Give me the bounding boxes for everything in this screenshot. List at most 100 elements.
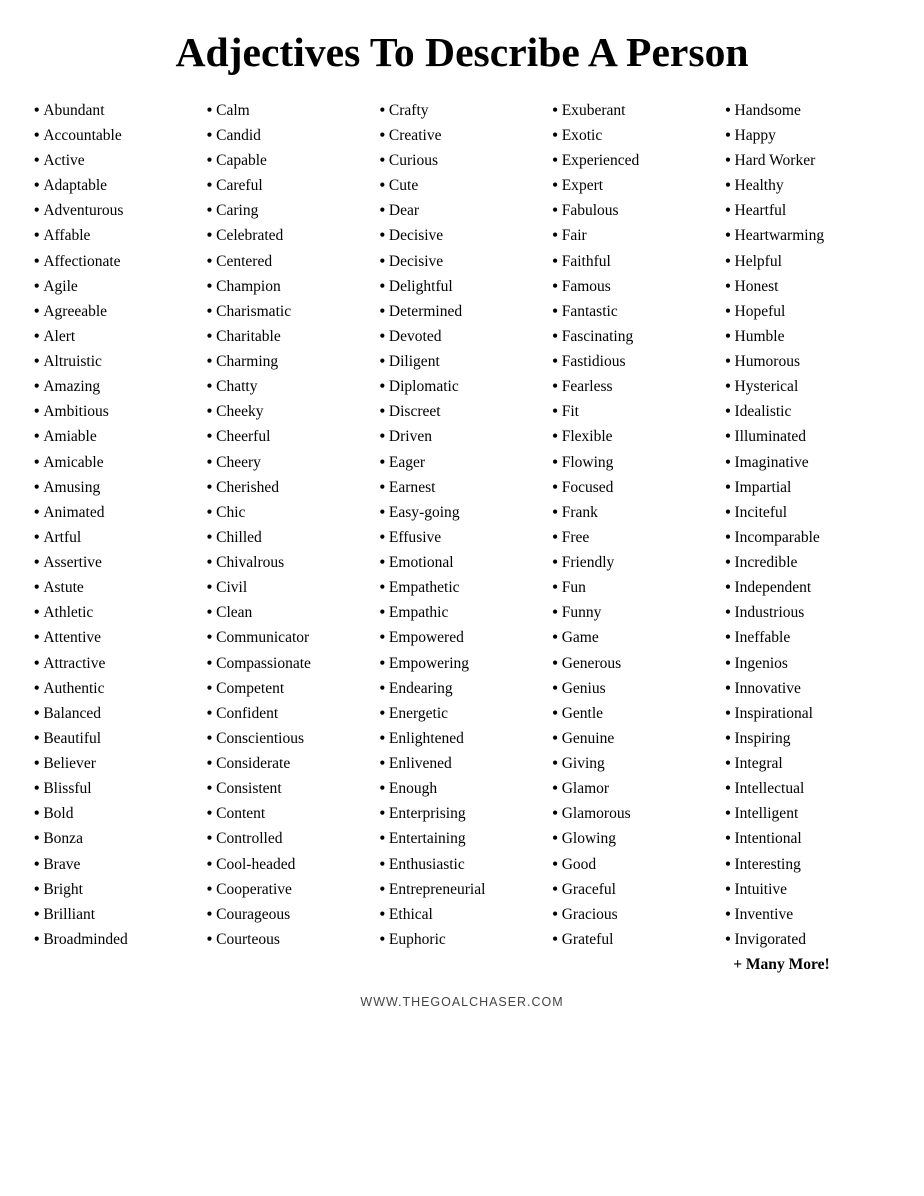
list-item: Fearless [552,374,717,399]
column-5: HandsomeHappyHard WorkerHealthyHeartfulH… [721,98,894,977]
adjectives-columns: AbundantAccountableActiveAdaptableAdvent… [30,98,894,977]
list-item: Affectionate [34,249,199,274]
list-item: Frank [552,500,717,525]
list-item: Bonza [34,826,199,851]
list-item: Astute [34,575,199,600]
list-item: Courteous [207,927,372,952]
list-item: Alert [34,324,199,349]
list-item: Fabulous [552,198,717,223]
list-item: Devoted [380,324,545,349]
list-item: Healthy [725,173,890,198]
list-item: Ingenios [725,651,890,676]
list-item: Enough [380,776,545,801]
list-item: Invigorated [725,927,890,952]
list-item: Honest [725,274,890,299]
list-item: Euphoric [380,927,545,952]
list-item: Controlled [207,826,372,851]
list-item: Decisive [380,249,545,274]
list-item: Cheeky [207,399,372,424]
list-item: Empowering [380,651,545,676]
column-4: ExuberantExoticExperiencedExpertFabulous… [548,98,721,977]
list-item: Famous [552,274,717,299]
list-item: Artful [34,525,199,550]
list-item: Enlightened [380,726,545,751]
list-item: Energetic [380,701,545,726]
list-item: Celebrated [207,223,372,248]
list-item: Confident [207,701,372,726]
list-item: Exotic [552,123,717,148]
list-item: Brilliant [34,902,199,927]
list-item: Inciteful [725,500,890,525]
list-item: Cool-headed [207,852,372,877]
list-item: Decisive [380,223,545,248]
list-item: Enterprising [380,801,545,826]
list-item: Altruistic [34,349,199,374]
list-item: Earnest [380,475,545,500]
list-item: Fastidious [552,349,717,374]
list-item: Expert [552,173,717,198]
list-item: Crafty [380,98,545,123]
list-item: Chic [207,500,372,525]
list-item: Active [34,148,199,173]
list-item: Grateful [552,927,717,952]
column-2: CalmCandidCapableCarefulCaringCelebrated… [203,98,376,977]
list-item: Chivalrous [207,550,372,575]
list-item: Diligent [380,349,545,374]
list-item: Humorous [725,349,890,374]
list-item: Fair [552,223,717,248]
list-item: Accountable [34,123,199,148]
list-item: Incredible [725,550,890,575]
list-item: Giving [552,751,717,776]
list-item: Considerate [207,751,372,776]
list-item: Integral [725,751,890,776]
list-item: Innovative [725,676,890,701]
list-item: Broadminded [34,927,199,952]
list-item: Experienced [552,148,717,173]
list-item: Charismatic [207,299,372,324]
list-item: Easy-going [380,500,545,525]
list-item: Charming [207,349,372,374]
list-item: Attractive [34,651,199,676]
list-item: Agreeable [34,299,199,324]
list-item: Curious [380,148,545,173]
list-item: Adaptable [34,173,199,198]
list-item: Idealistic [725,399,890,424]
list-item: Dear [380,198,545,223]
list-item: Entertaining [380,826,545,851]
list-item: Intellectual [725,776,890,801]
list-item: Illuminated [725,424,890,449]
list-item: Driven [380,424,545,449]
plus-more-item: + Many More! [733,952,890,977]
list-item: Inspiring [725,726,890,751]
list-item: Abundant [34,98,199,123]
list-item: Beautiful [34,726,199,751]
list-item: Heartwarming [725,223,890,248]
list-item: Cooperative [207,877,372,902]
list-item: Courageous [207,902,372,927]
list-item: Genius [552,676,717,701]
list-item: Generous [552,651,717,676]
list-item: Fantastic [552,299,717,324]
list-item: Compassionate [207,651,372,676]
list-item: Ambitious [34,399,199,424]
list-item: Empathetic [380,575,545,600]
page-title: Adjectives To Describe A Person [30,30,894,76]
list-item: Endearing [380,676,545,701]
list-item: Effusive [380,525,545,550]
list-item: Conscientious [207,726,372,751]
column-1: AbundantAccountableActiveAdaptableAdvent… [30,98,203,977]
list-item: Blissful [34,776,199,801]
list-item: Exuberant [552,98,717,123]
list-item: Incomparable [725,525,890,550]
list-item: Eager [380,450,545,475]
list-item: Friendly [552,550,717,575]
list-item: Cute [380,173,545,198]
list-item: Focused [552,475,717,500]
list-item: Helpful [725,249,890,274]
list-item: Fit [552,399,717,424]
list-item: Enlivened [380,751,545,776]
list-item: Intelligent [725,801,890,826]
list-item: Balanced [34,701,199,726]
list-item: Faithful [552,249,717,274]
list-item: Bold [34,801,199,826]
